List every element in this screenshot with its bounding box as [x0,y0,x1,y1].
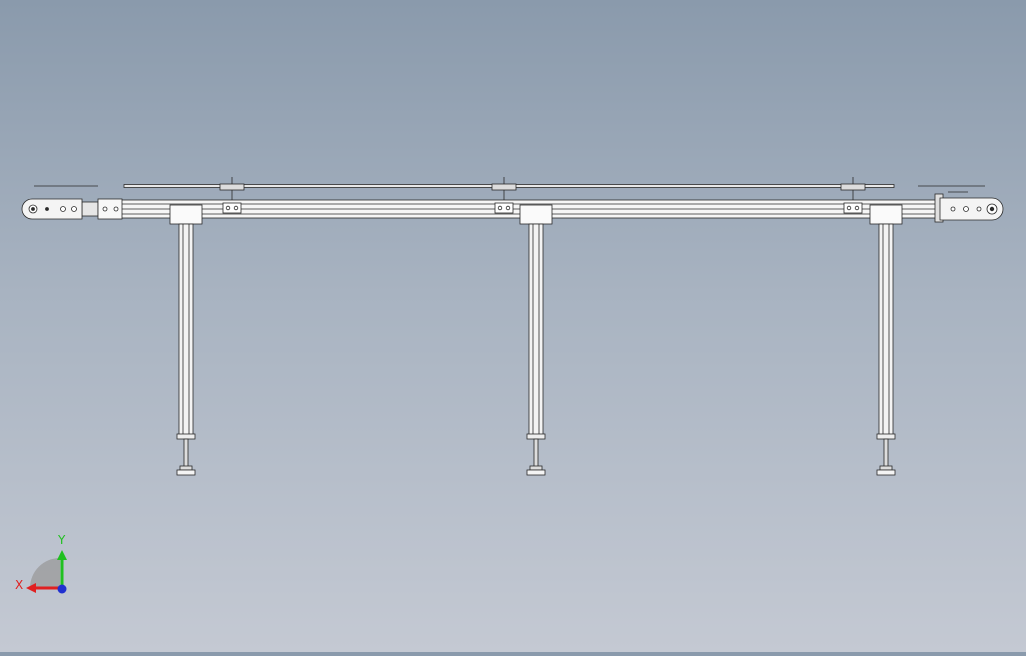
z-axis-dot [57,584,67,594]
conveyor-model[interactable] [21,177,1004,476]
leveling-foot [876,465,896,476]
guide-clamp [840,177,866,214]
leveling-foot [526,465,546,476]
guide-clamp [219,177,245,214]
support-leg [869,204,903,468]
cad-viewport[interactable]: X Y [0,0,1026,652]
x-axis-label: X [15,578,23,592]
support-leg [519,204,553,468]
head-end-plate [21,198,123,220]
support-leg [169,204,203,468]
triad-plane-indicator [30,558,60,588]
y-axis-arrowhead [57,550,67,560]
guide-clamp [491,177,517,214]
tail-end-plate [934,191,1004,223]
leveling-foot [176,465,196,476]
orientation-triad[interactable]: X Y [15,533,67,594]
y-axis-label: Y [57,533,66,547]
